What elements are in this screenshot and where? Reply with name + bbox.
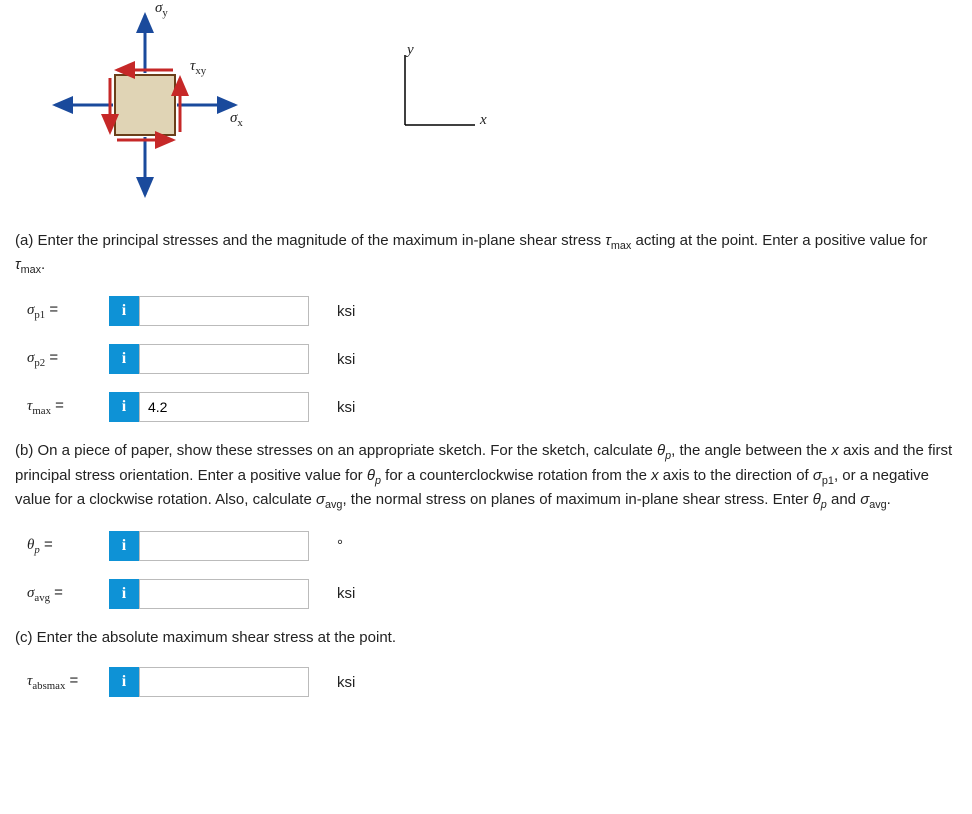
- unit-label: ksi: [337, 399, 355, 416]
- sigma-avg-input[interactable]: [139, 579, 309, 609]
- unit-label: ksi: [337, 351, 355, 368]
- info-icon[interactable]: i: [109, 579, 139, 609]
- part-a-prompt: (a) Enter the principal stresses and the…: [15, 230, 957, 278]
- theta-p-input[interactable]: [139, 531, 309, 561]
- y-axis-label: y: [407, 42, 414, 59]
- xy-axes-diagram: y x: [385, 40, 505, 160]
- x-axis-label: x: [480, 112, 487, 129]
- sigma-x-label: σx: [230, 110, 243, 129]
- unit-label: ksi: [337, 674, 355, 691]
- info-icon[interactable]: i: [109, 392, 139, 422]
- theta-p-row: θp = i °: [27, 531, 957, 561]
- stress-element-diagram: σy τxy σx: [15, 0, 265, 210]
- sigma-p1-row: σp1 = i ksi: [27, 296, 957, 326]
- sigma-p2-input[interactable]: [139, 344, 309, 374]
- info-icon[interactable]: i: [109, 531, 139, 561]
- info-icon[interactable]: i: [109, 344, 139, 374]
- tau-absmax-input[interactable]: [139, 667, 309, 697]
- tau-xy-label: τxy: [190, 58, 206, 77]
- info-icon[interactable]: i: [109, 667, 139, 697]
- sigma-avg-row: σavg = i ksi: [27, 579, 957, 609]
- unit-label: ksi: [337, 303, 355, 320]
- tau-max-row: τmax = i ksi: [27, 392, 957, 422]
- unit-label: °: [337, 537, 343, 554]
- sigma-p1-input[interactable]: [139, 296, 309, 326]
- tau-max-input[interactable]: [139, 392, 309, 422]
- sigma-y-label: σy: [155, 0, 168, 19]
- info-icon[interactable]: i: [109, 296, 139, 326]
- unit-label: ksi: [337, 585, 355, 602]
- sigma-p2-row: σp2 = i ksi: [27, 344, 957, 374]
- part-b-prompt: (b) On a piece of paper, show these stre…: [15, 440, 957, 513]
- tau-absmax-row: τabsmax = i ksi: [27, 667, 957, 697]
- part-c-prompt: (c) Enter the absolute maximum shear str…: [15, 627, 957, 650]
